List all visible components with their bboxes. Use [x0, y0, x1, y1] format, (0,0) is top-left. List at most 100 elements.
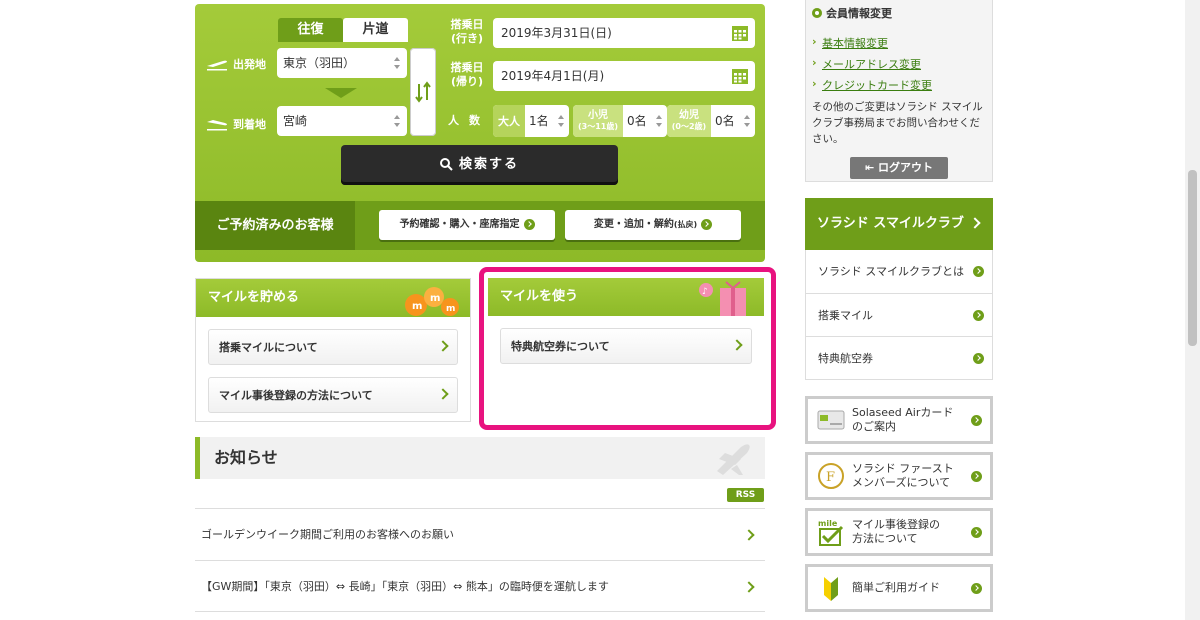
select-arrows-icon	[744, 115, 750, 127]
flight-search-panel: 往復 片道 出発地 東京（羽田） 到着地 宮崎 搭乗日 (行き) 2019年3月…	[195, 4, 765, 262]
chevron-right-icon	[743, 529, 755, 541]
adult-passenger-select[interactable]: 大人 1名	[493, 105, 569, 137]
departure-label: 出発地	[233, 58, 266, 71]
swap-airports-button[interactable]	[410, 48, 436, 136]
credit-card-change-link[interactable]: クレジットカード変更	[812, 77, 986, 93]
news-item-text: ゴールデンウイーク期間ご利用のお客様へのお願い	[201, 528, 454, 541]
sidebar-item[interactable]: ソラシド スマイルクラブとは	[806, 250, 992, 293]
earn-miles-title-text: マイルを貯める	[208, 290, 300, 305]
basic-info-link[interactable]: 基本情報変更	[812, 35, 986, 51]
svg-text:m: m	[430, 293, 440, 304]
infant-value-wrap: 0名	[711, 105, 755, 137]
banner-line1: 簡単ご利用ガイド	[852, 581, 940, 594]
infant-label: 幼児	[679, 110, 699, 121]
news-title-text: お知らせ	[214, 448, 278, 467]
logout-icon: ⇤	[864, 161, 879, 174]
outbound-date-field[interactable]: 2019年3月31日(日)	[493, 18, 755, 48]
arrival-label: 到着地	[233, 118, 266, 131]
news-list-item[interactable]: 【GW期間】「東京（羽田）⇔ 長崎」「東京（羽田）⇔ 熊本」の臨時便を運航します	[195, 560, 765, 612]
logout-label: ログアウト	[878, 161, 934, 174]
arrow-circle-icon	[973, 266, 984, 277]
adult-label: 大人	[493, 105, 525, 137]
passengers-label: 人数	[448, 114, 490, 127]
svg-text:m: m	[412, 301, 422, 312]
rss-button[interactable]: RSS	[727, 488, 764, 502]
smile-club-header[interactable]: ソラシド スマイルクラブ	[805, 198, 993, 250]
return-date-value: 2019年4月1日(月)	[501, 69, 605, 83]
list-item[interactable]: マイル事後登録の方法について	[208, 377, 458, 413]
departure-label-row: 出発地	[205, 56, 266, 72]
sidebar-item[interactable]: 搭乗マイル	[806, 293, 992, 336]
email-change-link[interactable]: メールアドレス変更	[812, 56, 986, 72]
sidebar-item[interactable]: 特典航空券	[806, 336, 992, 379]
first-members-icon: F	[818, 463, 844, 489]
change-cancel-label: 変更・追加・解約	[593, 219, 674, 230]
smile-club-title: ソラシド スマイルクラブ	[817, 216, 964, 231]
child-passenger-select[interactable]: 小児 (3〜11歳) 0名	[573, 105, 667, 137]
usage-guide-banner[interactable]: 簡単ご利用ガイド	[805, 564, 993, 612]
first-members-banner[interactable]: F ソラシド ファースト メンバーズについて	[805, 452, 993, 500]
arrival-select[interactable]: 宮崎	[277, 106, 407, 136]
tab-round-trip[interactable]: 往復	[278, 18, 343, 42]
arrow-circle-icon	[973, 310, 984, 321]
tab-one-way[interactable]: 片道	[343, 18, 408, 42]
scrollbar-thumb[interactable]	[1188, 170, 1197, 346]
news-item-text: 【GW期間】「東京（羽田）⇔ 長崎」「東京（羽田）⇔ 熊本」の臨時便を運航します	[201, 580, 609, 593]
chevron-right-icon	[437, 388, 449, 400]
adult-value-wrap: 1名	[525, 105, 569, 137]
reserved-customer-label: ご予約済みのお客様	[195, 201, 355, 250]
credit-card-icon	[817, 410, 845, 430]
list-item[interactable]: 搭乗マイルについて	[208, 329, 458, 365]
arrow-circle-icon	[971, 527, 982, 538]
banner-text: 簡単ご利用ガイド	[852, 581, 940, 595]
news-list-item[interactable]: ゴールデンウイーク期間ご利用のお客様へのお願い	[195, 508, 765, 560]
svg-text:F: F	[826, 470, 835, 485]
mile-registration-banner[interactable]: mile マイル事後登録の 方法について	[805, 508, 993, 556]
arrival-value: 宮崎	[283, 114, 308, 128]
banner-text: ソラシド ファースト メンバーズについて	[852, 462, 954, 490]
earn-miles-title: マイルを貯める m m m	[196, 279, 470, 317]
arrow-circle-icon	[523, 218, 535, 230]
search-button-label: 検索する	[458, 157, 519, 172]
outbound-label-line1: 搭乗日	[450, 18, 484, 31]
list-item-label: マイル事後登録の方法について	[219, 389, 373, 402]
return-date-field[interactable]: 2019年4月1日(月)	[493, 61, 755, 91]
banner-text: マイル事後登録の 方法について	[852, 518, 940, 546]
logout-button[interactable]: ⇤ ログアウト	[850, 157, 948, 179]
beginner-mark-icon	[824, 577, 838, 601]
page: 往復 片道 出発地 東京（羽田） 到着地 宮崎 搭乗日 (行き) 2019年3月…	[0, 0, 1200, 620]
arrow-circle-icon	[971, 415, 982, 426]
banner-line2: メンバーズについて	[852, 476, 951, 489]
solaseed-card-banner[interactable]: Solaseed Airカード のご案内	[805, 396, 993, 444]
select-arrows-icon	[558, 115, 564, 127]
mile-check-icon: mile	[818, 519, 844, 546]
swap-icon	[415, 81, 431, 103]
member-info-title-text: 会員情報変更	[826, 7, 892, 20]
arrow-circle-icon	[701, 218, 713, 230]
search-button[interactable]: 検索する	[341, 145, 618, 185]
mile-coins-icon: m m m	[405, 287, 459, 316]
chevron-right-icon	[743, 581, 755, 593]
arrow-circle-icon	[971, 471, 982, 482]
infant-value: 0名	[715, 114, 735, 128]
svg-text:mile: mile	[818, 519, 838, 528]
takeoff-icon	[207, 60, 227, 71]
select-arrows-icon	[394, 115, 400, 127]
news-section-title: お知らせ	[195, 437, 765, 479]
direction-arrow-icon	[325, 88, 357, 98]
member-info-box: 会員情報変更 基本情報変更 メールアドレス変更 クレジットカード変更 その他のご…	[805, 0, 993, 182]
departure-select[interactable]: 東京（羽田）	[277, 48, 407, 78]
reservation-confirm-button[interactable]: 予約確認・購入・座席指定	[379, 210, 555, 240]
select-arrows-icon	[656, 115, 662, 127]
arrow-circle-icon	[971, 583, 982, 594]
change-cancel-button[interactable]: 変更・追加・解約(払戻)	[565, 210, 741, 240]
infant-passenger-select[interactable]: 幼児 (0〜2歳) 0名	[667, 105, 755, 137]
infant-label-wrap: 幼児 (0〜2歳)	[667, 105, 711, 137]
calendar-icon[interactable]	[731, 24, 749, 42]
reserved-customer-bar: ご予約済みのお客様 予約確認・購入・座席指定 変更・追加・解約(払戻)	[195, 201, 765, 250]
select-arrows-icon	[394, 57, 400, 69]
highlight-annotation-box	[479, 267, 776, 430]
scrollbar[interactable]	[1185, 0, 1200, 620]
calendar-icon[interactable]	[731, 67, 749, 85]
return-label-line1: 搭乗日	[450, 61, 484, 74]
